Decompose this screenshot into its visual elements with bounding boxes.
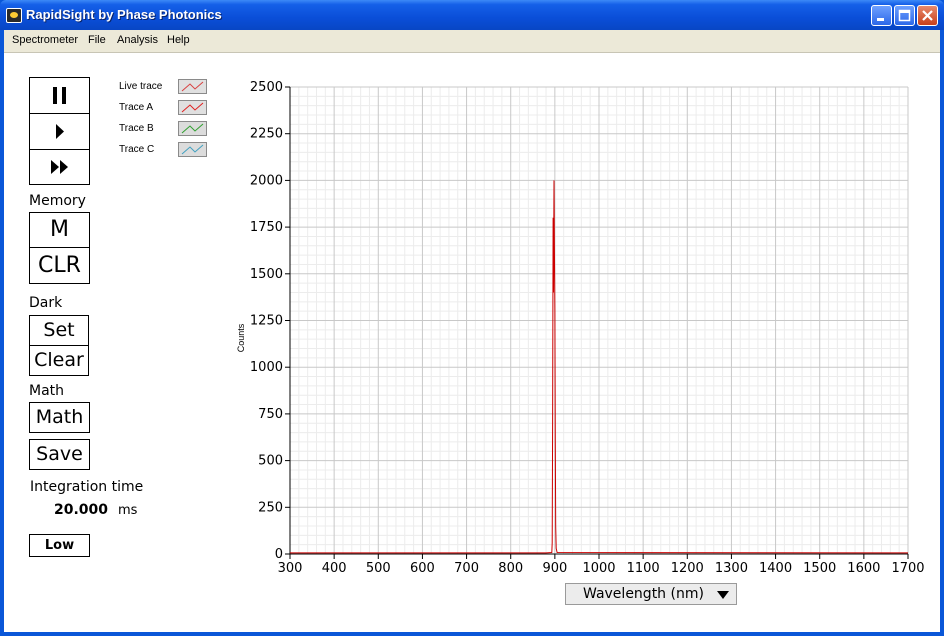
x-tick-label: 1500 — [803, 561, 836, 576]
close-icon — [922, 10, 933, 21]
x-axis-selector[interactable]: Wavelength (nm) — [565, 583, 737, 605]
menu-help[interactable]: Help — [167, 34, 190, 46]
dark-label: Dark — [29, 295, 63, 311]
pause-button[interactable] — [29, 77, 90, 114]
app-icon — [6, 8, 22, 23]
y-tick-label: 750 — [258, 407, 283, 422]
x-tick-label: 900 — [542, 561, 567, 576]
integration-time-value[interactable]: 20.000 — [54, 502, 108, 518]
legend-label-trace-a: Trace A — [119, 102, 154, 113]
menu-spectrometer[interactable]: Spectrometer — [12, 34, 78, 46]
integration-time-label: Integration time — [30, 479, 144, 495]
minimize-button[interactable] — [871, 5, 892, 26]
legend-label-trace-c: Trace C — [119, 144, 155, 155]
x-tick-label: 1100 — [627, 561, 660, 576]
legend-swatch-trace-b[interactable] — [178, 121, 207, 136]
x-tick-label: 1000 — [582, 561, 615, 576]
y-axis-label: Counts — [236, 323, 246, 352]
legend-swatch-trace-c[interactable] — [178, 142, 207, 157]
title-bar[interactable]: RapidSight by Phase Photonics — [0, 0, 944, 30]
x-tick-label: 1300 — [715, 561, 748, 576]
x-axis-label: Wavelength (nm) — [583, 586, 704, 602]
memory-button[interactable]: M — [29, 212, 90, 248]
legend-swatch-live[interactable] — [178, 79, 207, 94]
app-window: RapidSight by Phase Photonics Spectromet… — [0, 0, 944, 636]
save-button[interactable]: Save — [29, 439, 90, 470]
maximize-button[interactable] — [894, 5, 915, 26]
y-tick-label: 250 — [258, 500, 283, 515]
y-tick-label: 2250 — [250, 127, 283, 142]
legend-label-live: Live trace — [119, 81, 163, 92]
menu-bar: Spectrometer File Analysis Help — [4, 30, 940, 53]
x-tick-label: 1400 — [759, 561, 792, 576]
x-tick-label: 1600 — [847, 561, 880, 576]
dark-clear-button[interactable]: Clear — [29, 345, 89, 376]
chevron-down-icon — [717, 591, 729, 599]
x-tick-label: 700 — [454, 561, 479, 576]
x-tick-label: 600 — [410, 561, 435, 576]
play-icon — [56, 124, 64, 139]
x-tick-label: 300 — [278, 561, 303, 576]
x-tick-label: 1200 — [671, 561, 704, 576]
memory-label: Memory — [29, 193, 86, 209]
math-label: Math — [29, 383, 65, 399]
x-axis-ticks: 300 400 500 600 700 800 900 1000 1100 1200 1300 140… — [278, 554, 925, 576]
y-tick-label: 0 — [275, 547, 283, 562]
y-tick-label: 1750 — [250, 220, 283, 235]
legend-swatch-trace-a[interactable] — [178, 100, 207, 115]
fast-forward-button[interactable] — [29, 149, 90, 185]
dark-set-button[interactable]: Set — [29, 315, 89, 346]
integration-time-unit: ms — [118, 503, 138, 518]
menu-file[interactable]: File — [88, 34, 106, 46]
x-tick-label: 800 — [498, 561, 523, 576]
x-tick-label: 500 — [366, 561, 391, 576]
y-tick-label: 500 — [258, 454, 283, 469]
y-tick-label: 2000 — [250, 173, 283, 188]
close-button[interactable] — [917, 5, 938, 26]
main-panel: Live trace Trace A Trace B Trace C Memor… — [4, 53, 940, 632]
y-axis-ticks: 0 250 500 750 1000 1250 1500 1750 2000 2250 2500 — [250, 80, 290, 562]
maximize-icon — [898, 9, 911, 22]
pause-icon — [53, 87, 66, 104]
fast-forward-icon — [51, 160, 68, 174]
math-button[interactable]: Math — [29, 402, 90, 433]
clear-memory-button[interactable]: CLR — [29, 247, 90, 284]
window-title: RapidSight by Phase Photonics — [26, 7, 222, 22]
menu-analysis[interactable]: Analysis — [117, 34, 158, 46]
legend-label-trace-b: Trace B — [119, 123, 154, 134]
x-tick-label: 1700 — [891, 561, 924, 576]
y-tick-label: 1500 — [250, 267, 283, 282]
gain-button[interactable]: Low — [29, 534, 90, 557]
x-tick-label: 400 — [322, 561, 347, 576]
spectrum-chart[interactable]: 0 250 500 750 1000 1250 1500 1750 2000 2250 2500 3… — [224, 73, 936, 585]
y-tick-label: 1250 — [250, 314, 283, 329]
play-button[interactable] — [29, 113, 90, 150]
minimize-icon — [877, 18, 884, 21]
y-tick-label: 1000 — [250, 360, 283, 375]
y-tick-label: 2500 — [250, 80, 283, 95]
major-grid — [289, 86, 909, 555]
